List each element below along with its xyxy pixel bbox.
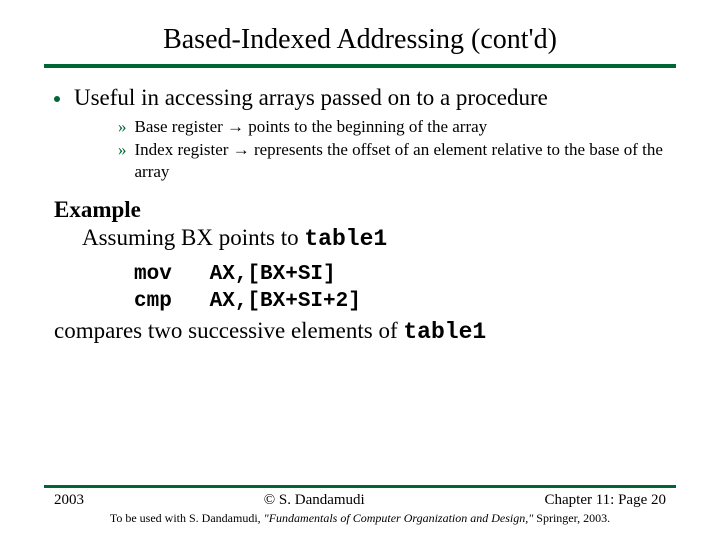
footer-year: 2003 — [54, 492, 84, 509]
content-area: Useful in accessing arrays passed on to … — [0, 68, 720, 347]
footer-cite-post: Springer, 2003. — [533, 511, 610, 525]
footer: 2003 © S. Dandamudi Chapter 11: Page 20 … — [0, 485, 720, 526]
sub-text-pre: Index register — [135, 140, 233, 159]
footer-row: 2003 © S. Dandamudi Chapter 11: Page 20 — [0, 488, 720, 509]
example-block: Example Assuming BX points to table1 mov… — [54, 196, 666, 347]
code-inline: table1 — [403, 319, 486, 345]
sub-bullet-list: » Base register → points to the beginnin… — [118, 116, 666, 182]
code-line: mov AX,[BX+SI] — [134, 261, 666, 288]
footer-cite-title: "Fundamentals of Computer Organization a… — [264, 511, 534, 525]
example-after-text: compares two successive elements of — [54, 318, 403, 343]
footer-citation: To be used with S. Dandamudi, "Fundament… — [0, 511, 720, 526]
sub-bullet-text: Base register → points to the beginning … — [135, 116, 488, 137]
raquo-icon: » — [118, 139, 127, 160]
footer-author: © S. Dandamudi — [264, 492, 365, 509]
sub-text-pre: Base register — [135, 117, 228, 136]
bullet-dot-icon — [54, 96, 60, 102]
example-heading: Example — [54, 196, 666, 224]
example-assume-line: Assuming BX points to table1 — [82, 224, 666, 253]
code-line: cmp AX,[BX+SI+2] — [134, 288, 666, 315]
raquo-icon: » — [118, 116, 127, 137]
sub-bullet-item: » Base register → points to the beginnin… — [118, 116, 666, 137]
arrow-icon: → — [233, 140, 250, 159]
code-inline: table1 — [304, 226, 387, 252]
sub-bullet-text: Index register → represents the offset o… — [135, 139, 667, 182]
sub-bullet-item: » Index register → represents the offset… — [118, 139, 666, 182]
footer-cite-pre: To be used with S. Dandamudi, — [110, 511, 264, 525]
bullet-text: Useful in accessing arrays passed on to … — [74, 84, 666, 112]
footer-page: Chapter 11: Page 20 — [544, 492, 666, 509]
sub-text-post: points to the beginning of the array — [244, 117, 487, 136]
example-assume-text: Assuming BX points to — [82, 225, 304, 250]
code-block: mov AX,[BX+SI] cmp AX,[BX+SI+2] — [134, 261, 666, 316]
arrow-icon: → — [227, 117, 244, 136]
slide-title: Based-Indexed Addressing (cont'd) — [0, 0, 720, 64]
bullet-item: Useful in accessing arrays passed on to … — [54, 84, 666, 112]
example-after-line: compares two successive elements of tabl… — [54, 317, 666, 346]
